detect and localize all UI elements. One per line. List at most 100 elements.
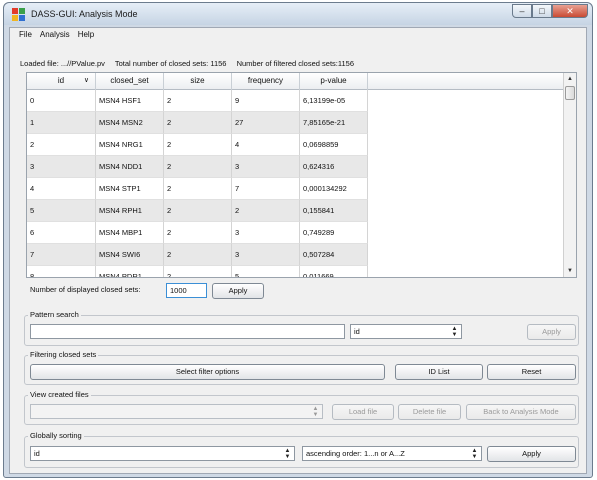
cell-size[interactable]: 2 <box>164 266 232 277</box>
cell-id[interactable]: 8 <box>27 266 96 277</box>
scroll-up-arrow-icon[interactable]: ▲ <box>564 73 576 85</box>
cell-frequency[interactable]: 4 <box>232 134 300 156</box>
cell-id[interactable]: 7 <box>27 244 96 266</box>
cell-closed-set[interactable]: MSN4 STP1 <box>96 178 164 200</box>
cell-closed-set[interactable]: MSN4 RPH1 <box>96 200 164 222</box>
table-row[interactable]: 8 MSN4 PDR1 2 5 0,011669 <box>27 266 576 277</box>
sort-field-select[interactable]: id ▲ ▼ <box>30 446 295 461</box>
cell-p-value[interactable]: 0,624316 <box>300 156 368 178</box>
maximize-button[interactable]: □ <box>532 4 552 18</box>
cell-id[interactable]: 2 <box>27 134 96 156</box>
cell-frequency[interactable]: 3 <box>232 244 300 266</box>
cell-closed-set[interactable]: MSN4 MBP1 <box>96 222 164 244</box>
cell-id[interactable]: 0 <box>27 90 96 112</box>
table-row[interactable]: 2 MSN4 NRG1 2 4 0,0698859 <box>27 134 576 156</box>
filtering-title: Filtering closed sets <box>28 350 99 359</box>
back-to-analysis-mode-button[interactable]: Back to Analysis Mode <box>466 404 576 420</box>
table-row[interactable]: 1 MSN4 MSN2 2 27 7,85165e-21 <box>27 112 576 134</box>
cell-frequency[interactable]: 27 <box>232 112 300 134</box>
cell-id[interactable]: 5 <box>27 200 96 222</box>
displayed-sets-input[interactable]: 1000 <box>166 283 207 298</box>
filtered-closed-sets-label: Number of filtered closed sets:1156 <box>236 59 354 68</box>
cell-size[interactable]: 2 <box>164 90 232 112</box>
cell-size[interactable]: 2 <box>164 134 232 156</box>
cell-frequency[interactable]: 9 <box>232 90 300 112</box>
table-row[interactable]: 6 MSN4 MBP1 2 3 0,749289 <box>27 222 576 244</box>
table-row[interactable]: 3 MSN4 NDD1 2 3 0,624316 <box>27 156 576 178</box>
cell-closed-set[interactable]: MSN4 PDR1 <box>96 266 164 277</box>
delete-file-button[interactable]: Delete file <box>398 404 461 420</box>
column-header-size[interactable]: size <box>164 73 232 90</box>
cell-closed-set[interactable]: MSN4 MSN2 <box>96 112 164 134</box>
cell-closed-set[interactable]: MSN4 SWI6 <box>96 244 164 266</box>
scroll-down-arrow-icon[interactable]: ▼ <box>564 265 576 277</box>
cell-p-value[interactable]: 7,85165e-21 <box>300 112 368 134</box>
cell-id[interactable]: 3 <box>27 156 96 178</box>
displayed-sets-label: Number of displayed closed sets: <box>30 285 141 294</box>
column-header-id[interactable]: id ∨ <box>27 73 96 90</box>
menu-help[interactable]: Help <box>74 28 98 43</box>
load-file-button[interactable]: Load file <box>332 404 394 420</box>
sort-apply-button[interactable]: Apply <box>487 446 576 462</box>
displayed-sets-apply-button[interactable]: Apply <box>212 283 264 299</box>
table-row[interactable]: 7 MSN4 SWI6 2 3 0,507284 <box>27 244 576 266</box>
loaded-file-label: Loaded file: ...//PValue.pv <box>20 59 105 68</box>
cell-p-value[interactable]: 0,507284 <box>300 244 368 266</box>
cell-p-value[interactable]: 0,011669 <box>300 266 368 277</box>
cell-p-value[interactable]: 6,13199e-05 <box>300 90 368 112</box>
column-header-frequency[interactable]: frequency <box>232 73 300 90</box>
main-panel: File Analysis Help Loaded file: ...//PVa… <box>9 27 587 474</box>
pattern-search-title: Pattern search <box>28 310 81 319</box>
cell-closed-set[interactable]: MSN4 HSF1 <box>96 90 164 112</box>
minimize-button[interactable]: – <box>512 4 532 18</box>
reset-button[interactable]: Reset <box>487 364 576 380</box>
pattern-search-field-select[interactable]: id ▲ ▼ <box>350 324 462 339</box>
sort-chevron-icon: ∨ <box>83 77 89 84</box>
select-filter-options-button[interactable]: Select filter options <box>30 364 385 380</box>
cell-size[interactable]: 2 <box>164 112 232 134</box>
cell-p-value[interactable]: 0,0698859 <box>300 134 368 156</box>
menu-file[interactable]: File <box>15 28 36 43</box>
pattern-search-input[interactable] <box>30 324 345 339</box>
created-files-select[interactable]: ▲ ▼ <box>30 404 323 419</box>
id-list-button[interactable]: ID List <box>395 364 483 380</box>
cell-frequency[interactable]: 3 <box>232 222 300 244</box>
cell-closed-set[interactable]: MSN4 NRG1 <box>96 134 164 156</box>
cell-id[interactable]: 6 <box>27 222 96 244</box>
cell-size[interactable]: 2 <box>164 222 232 244</box>
dropdown-arrow-icon: ▲ ▼ <box>451 326 458 338</box>
column-header-p-value[interactable]: p-value <box>300 73 368 90</box>
cell-frequency[interactable]: 5 <box>232 266 300 277</box>
menu-bar: File Analysis Help <box>10 28 586 43</box>
total-closed-sets-label: Total number of closed sets: 1156 <box>114 59 227 68</box>
cell-id[interactable]: 1 <box>27 112 96 134</box>
column-header-closed-set[interactable]: closed_set <box>96 73 164 90</box>
cell-frequency[interactable]: 2 <box>232 200 300 222</box>
dropdown-arrow-icon: ▲ ▼ <box>284 448 291 460</box>
table-row[interactable]: 5 MSN4 RPH1 2 2 0,155841 <box>27 200 576 222</box>
cell-id[interactable]: 4 <box>27 178 96 200</box>
cell-p-value[interactable]: 0,749289 <box>300 222 368 244</box>
close-button[interactable]: ✕ <box>552 4 588 18</box>
table-scrollbar[interactable]: ▲ ▼ <box>563 73 576 277</box>
pattern-search-apply-button[interactable]: Apply <box>527 324 576 340</box>
dropdown-arrow-icon: ▲ ▼ <box>312 406 319 418</box>
file-info: Loaded file: ...//PValue.pv Total number… <box>20 59 362 68</box>
cell-size[interactable]: 2 <box>164 244 232 266</box>
app-logo-icon <box>12 8 25 21</box>
cell-size[interactable]: 2 <box>164 200 232 222</box>
cell-frequency[interactable]: 3 <box>232 156 300 178</box>
menu-analysis[interactable]: Analysis <box>36 28 74 43</box>
table-header: id ∨ closed_set size frequency p-value <box>27 73 576 90</box>
table-row[interactable]: 4 MSN4 STP1 2 7 0,000134292 <box>27 178 576 200</box>
scrollbar-thumb[interactable] <box>565 86 575 100</box>
cell-p-value[interactable]: 0,000134292 <box>300 178 368 200</box>
cell-closed-set[interactable]: MSN4 NDD1 <box>96 156 164 178</box>
cell-size[interactable]: 2 <box>164 156 232 178</box>
sort-order-select[interactable]: ascending order: 1...n or A...Z ▲ ▼ <box>302 446 482 461</box>
cell-p-value[interactable]: 0,155841 <box>300 200 368 222</box>
title-bar[interactable]: DASS-GUI: Analysis Mode – □ ✕ <box>4 3 592 25</box>
cell-frequency[interactable]: 7 <box>232 178 300 200</box>
table-row[interactable]: 0 MSN4 HSF1 2 9 6,13199e-05 <box>27 90 576 112</box>
cell-size[interactable]: 2 <box>164 178 232 200</box>
